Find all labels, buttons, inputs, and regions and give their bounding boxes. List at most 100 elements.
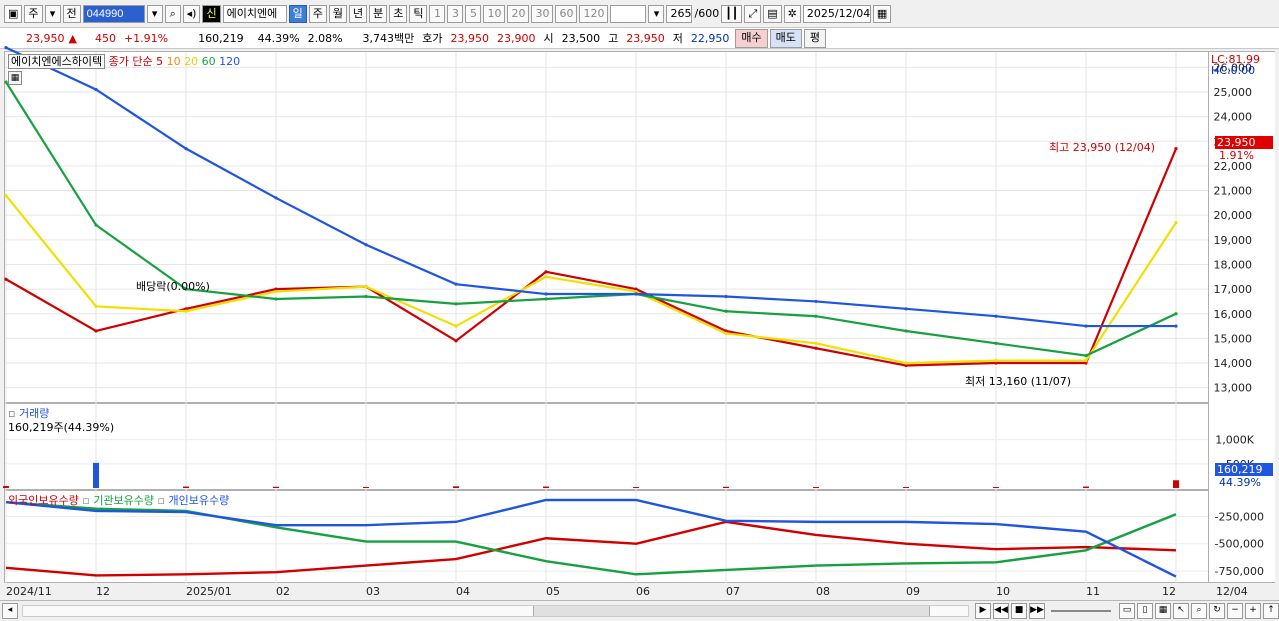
volume-bar — [993, 487, 999, 488]
foreign-holding-label: 외국인보유수량 — [8, 494, 79, 507]
ma-point-120 — [724, 294, 728, 299]
x-axis-label: 2025/01 — [186, 585, 232, 598]
ma-point-60 — [994, 341, 998, 345]
institution-holding-label: 기관보유수량 — [93, 494, 155, 507]
scroll-left-icon[interactable]: ◂ — [2, 603, 18, 619]
volume-bar — [723, 486, 729, 488]
x-axis-label: 2024/11 — [6, 585, 52, 598]
rewind-icon[interactable]: ◀◀ — [993, 603, 1009, 619]
price-tick-label: 17,000 — [1214, 283, 1253, 296]
layout-icon[interactable]: ▭ — [1119, 603, 1135, 619]
scroll-thumb[interactable] — [533, 606, 930, 616]
last-price-tag: 23,950 — [1215, 136, 1273, 149]
ma-point-60 — [454, 302, 458, 306]
ma-point-120 — [184, 147, 188, 151]
ma-point-5 — [454, 339, 458, 343]
holding-line-2 — [5, 498, 1177, 578]
price-tick-label: 25,000 — [1214, 86, 1253, 99]
split-icon[interactable]: ▯ — [1137, 603, 1153, 619]
cursor-icon[interactable]: ↖ — [1173, 603, 1189, 619]
holding-tick-label: -250,000 — [1215, 510, 1264, 523]
ma-line-60 — [5, 81, 1177, 357]
grid-icon[interactable]: ▦ — [8, 71, 22, 85]
ma-point-5 — [1174, 147, 1178, 151]
ma-point-120 — [904, 307, 908, 311]
price-tick-label: 24,000 — [1214, 111, 1253, 124]
stop-icon[interactable]: ■ — [1011, 603, 1027, 619]
price-tick-label: 19,000 — [1214, 234, 1253, 247]
magnifier-icon[interactable]: ⌕ — [1191, 603, 1207, 619]
ma-point-120 — [814, 299, 818, 304]
scroll-track[interactable] — [22, 605, 969, 617]
ma-point-60 — [364, 294, 368, 299]
fast-forward-icon[interactable]: ▶▶ — [1029, 603, 1045, 619]
ma-point-60 — [94, 223, 98, 227]
x-axis-label: 12 — [1162, 585, 1176, 598]
ma-20-label: 20 — [184, 55, 199, 68]
x-axis-right-label: 12/04 — [1216, 585, 1248, 598]
ma-10-label: 10 — [166, 55, 181, 68]
volume-bar — [813, 487, 819, 488]
zoom-slider[interactable] — [1051, 610, 1111, 612]
x-axis-label: 05 — [546, 585, 560, 598]
x-axis-label: 08 — [816, 585, 830, 598]
volume-tick-label: 1,000K — [1215, 434, 1254, 447]
holding-legend: 외국인보유수량 ▫ 기관보유수량 ▫ 개인보유수량 — [8, 494, 230, 507]
ma-point-120 — [634, 292, 638, 296]
volume-bar — [543, 486, 549, 488]
arrow-up-icon[interactable]: ↑ — [1263, 603, 1279, 619]
plus-icon[interactable]: + — [1245, 603, 1261, 619]
volume-value-text: 160,219주(44.39%) — [8, 421, 115, 434]
ma-point-120 — [274, 196, 278, 200]
volume-bar — [633, 487, 639, 488]
x-axis-label: 11 — [1086, 585, 1100, 598]
holding-tick-label: -500,000 — [1215, 538, 1264, 551]
price-tick-label: 15,000 — [1214, 332, 1253, 345]
x-axis-label: 04 — [456, 585, 470, 598]
refresh-icon[interactable]: ↻ — [1209, 603, 1225, 619]
ma-point-60 — [1084, 354, 1088, 358]
ma-point-60 — [544, 297, 548, 301]
x-axis-label: 09 — [906, 585, 920, 598]
ma-point-5 — [814, 346, 818, 350]
hc-value: HC:0.00 — [1211, 64, 1256, 77]
price-tick-label: 16,000 — [1214, 308, 1253, 321]
ma-point-120 — [1174, 324, 1178, 328]
holding-tick-label: -750,000 — [1215, 565, 1264, 578]
grid-icon[interactable]: ▦ — [1155, 603, 1171, 619]
ma-point-20 — [814, 341, 818, 345]
ma-point-5 — [544, 270, 548, 274]
ma-point-120 — [364, 243, 368, 247]
volume-bar — [363, 487, 369, 488]
price-tick-label: 20,000 — [1214, 209, 1253, 222]
ma-point-20 — [994, 358, 998, 363]
volume-bar — [273, 486, 279, 488]
ma-120-label: 120 — [219, 55, 241, 68]
x-axis-label: 10 — [996, 585, 1010, 598]
volume-bar — [453, 486, 459, 488]
ma-point-20 — [544, 275, 548, 279]
ma-point-120 — [994, 314, 998, 318]
last-pct-tag: 1.91% — [1219, 149, 1254, 162]
ma-point-60 — [274, 297, 278, 301]
ma-point-5 — [4, 277, 8, 281]
ma-point-120 — [4, 46, 8, 50]
price-tick-label: 13,000 — [1214, 382, 1253, 395]
ma-point-20 — [1174, 220, 1178, 225]
ma-point-20 — [1084, 358, 1088, 363]
low-note: 최저 13,160 (11/07) — [965, 375, 1072, 388]
ma-line-5 — [5, 148, 1178, 367]
x-axis-label: 06 — [636, 585, 650, 598]
last-volume-tag: 160,219 — [1215, 463, 1273, 476]
price-tick-label: 14,000 — [1214, 357, 1253, 370]
minus-icon[interactable]: − — [1227, 603, 1243, 619]
ma-point-5 — [94, 329, 98, 333]
play-icon[interactable]: ▶ — [975, 603, 991, 619]
ma-5-label: 5 — [156, 55, 164, 68]
ma-point-120 — [1084, 324, 1088, 328]
stock-name-tag: 에이치엔에스하이텍 — [8, 54, 106, 69]
ma-point-20 — [904, 361, 908, 365]
price-tick-label: 21,000 — [1214, 185, 1253, 198]
ma-point-60 — [904, 329, 908, 333]
ma-point-20 — [724, 331, 728, 336]
